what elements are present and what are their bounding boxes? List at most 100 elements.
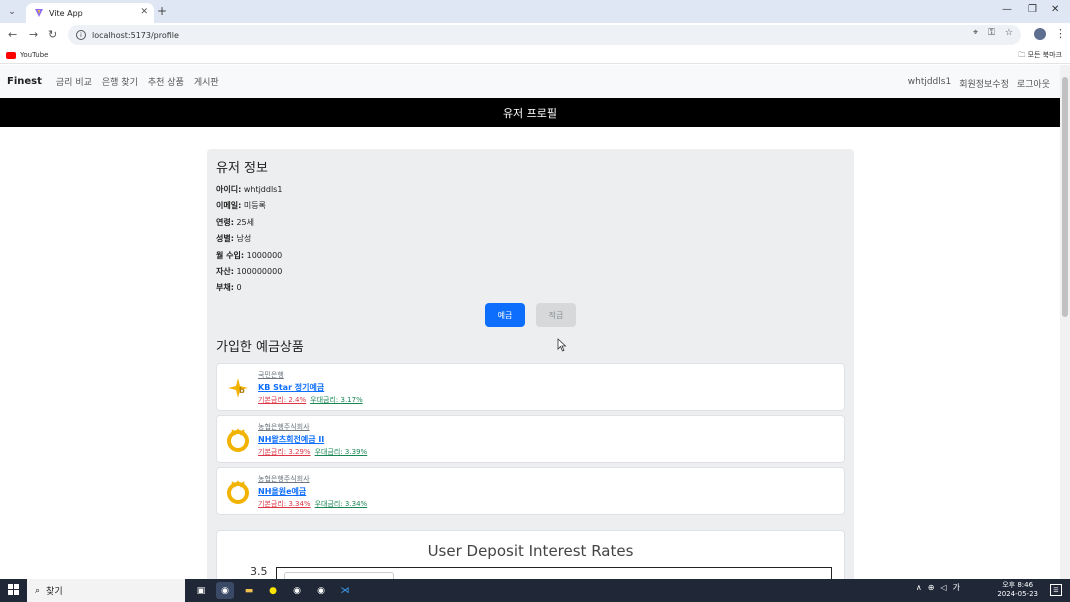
all-bookmarks[interactable]: 🗀 모든 북마크 bbox=[1018, 50, 1062, 62]
url-text: localhost:5173/profile bbox=[92, 30, 179, 40]
page-title: 유저 프로필 bbox=[0, 98, 1060, 127]
nav-link-rate-compare[interactable]: 금리 비교 bbox=[56, 75, 92, 88]
kakaotalk-icon[interactable]: ● bbox=[264, 582, 282, 599]
info-label: 월 수입: bbox=[216, 250, 245, 260]
info-value: 0 bbox=[236, 283, 242, 293]
kb-star-logo-icon: b bbox=[228, 378, 248, 398]
chart-title: User Deposit Interest Rates bbox=[427, 542, 634, 560]
info-label: 이메일: bbox=[216, 201, 242, 211]
tab-title: Vite App bbox=[49, 8, 83, 18]
search-icon: ⌕ bbox=[35, 585, 41, 596]
product-bank[interactable]: 농협은행주식회사 bbox=[258, 474, 310, 484]
scrollbar-thumb[interactable] bbox=[1062, 77, 1068, 317]
volume-icon[interactable]: ◁ bbox=[940, 583, 946, 592]
profile-avatar-icon[interactable] bbox=[1034, 28, 1046, 40]
product-name-link[interactable]: KB Star 정기예금 bbox=[258, 382, 324, 393]
product-bank[interactable]: 국민은행 bbox=[258, 370, 284, 380]
location-icon[interactable]: ⌖ bbox=[973, 28, 978, 38]
bookmark-star-icon[interactable]: ☆ bbox=[1005, 28, 1013, 38]
chart-y-tick: 3.5 bbox=[250, 565, 268, 578]
info-label: 자산: bbox=[216, 267, 234, 277]
nh-logo-icon bbox=[227, 428, 249, 452]
nav-link-board[interactable]: 게시판 bbox=[194, 75, 219, 88]
info-value: 25세 bbox=[236, 217, 255, 227]
site-info-icon[interactable]: i bbox=[76, 30, 86, 40]
info-row-income: 월 수입: 1000000 bbox=[216, 248, 282, 264]
task-view-icon[interactable]: ▣ bbox=[192, 582, 210, 599]
vscode-icon[interactable]: ⋊ bbox=[336, 582, 354, 599]
product-item[interactable]: b 국민은행 KB Star 정기예금 기본금리: 2.4% 우대금리: 3.17… bbox=[216, 363, 845, 411]
info-label: 아이디: bbox=[216, 185, 242, 194]
key-icon[interactable]: ⚿ bbox=[988, 28, 995, 38]
info-row-id: 아이디: whtjddls1 bbox=[216, 182, 282, 198]
product-bank[interactable]: 농협은행주식회사 bbox=[258, 422, 310, 432]
info-value: 100000000 bbox=[236, 267, 283, 277]
nav-edit-profile[interactable]: 회원정보수정 bbox=[959, 77, 1009, 90]
user-info-heading: 유저 정보 bbox=[216, 161, 268, 176]
page-scrollbar[interactable] bbox=[1060, 65, 1070, 579]
product-name-link[interactable]: NH왈츠회전예금 II bbox=[258, 434, 324, 445]
info-label: 연령: bbox=[216, 217, 234, 227]
file-explorer-icon[interactable]: ▬ bbox=[240, 582, 258, 599]
browser-tab-bar: ⌄ Vite App ✕ + — ❐ ✕ bbox=[0, 0, 1070, 23]
info-label: 성별: bbox=[216, 234, 234, 244]
mouse-cursor-icon bbox=[557, 338, 567, 352]
clock-time: 오후 8:46 bbox=[1002, 581, 1034, 589]
product-item[interactable]: 농협은행주식회사 NH왈츠회전예금 II 기본금리: 3.29% 우대금리: 3.… bbox=[216, 415, 845, 463]
info-row-gender: 성별: 남성 bbox=[216, 231, 282, 247]
language-icon[interactable]: 가 bbox=[953, 582, 960, 593]
back-icon[interactable]: ← bbox=[8, 28, 17, 41]
product-rates: 기본금리: 2.4% 우대금리: 3.17% bbox=[258, 395, 363, 405]
nav-link-find-bank[interactable]: 은행 찾기 bbox=[102, 75, 138, 88]
deposit-button[interactable]: 예금 bbox=[485, 303, 525, 327]
product-name-link[interactable]: NH올원e예금 bbox=[258, 486, 306, 497]
taskbar-apps: ▣ ◉ ▬ ● ◉ ◉ ⋊ bbox=[192, 582, 354, 599]
tab-close-icon[interactable]: ✕ bbox=[140, 7, 148, 17]
reload-icon[interactable]: ↻ bbox=[48, 28, 57, 41]
tray-chevron-icon[interactable]: ∧ bbox=[916, 583, 922, 592]
windows-start-icon[interactable] bbox=[8, 584, 20, 596]
base-rate: 기본금리: 2.4% bbox=[258, 396, 307, 404]
savings-button[interactable]: 적금 bbox=[536, 303, 576, 327]
clock-date: 2024-05-23 bbox=[997, 590, 1038, 598]
browser-menu-icon[interactable]: ⋮ bbox=[1055, 27, 1066, 40]
windows-taskbar: ⌕ 찾기 ▣ ◉ ▬ ● ◉ ◉ ⋊ ∧ ⊕ ◁ 가 오후 8:46 2024-… bbox=[0, 579, 1070, 602]
system-tray: ∧ ⊕ ◁ 가 bbox=[916, 582, 960, 593]
network-icon[interactable]: ⊕ bbox=[928, 583, 935, 592]
nav-user-links: whtjddls1 회원정보수정 로그아웃 bbox=[908, 77, 1050, 90]
url-input[interactable]: i localhost:5173/profile ⌖ ⚿ ☆ bbox=[68, 25, 1021, 45]
nav-link-recommend[interactable]: 추천 상품 bbox=[148, 75, 184, 88]
browser-tab[interactable]: Vite App ✕ bbox=[26, 3, 154, 23]
taskbar-search-input[interactable]: ⌕ 찾기 bbox=[27, 579, 185, 602]
bookmark-youtube-label: YouTube bbox=[20, 51, 49, 59]
chrome-icon[interactable]: ◉ bbox=[216, 582, 234, 599]
preferential-rate: 우대금리: 3.39% bbox=[314, 448, 368, 456]
forward-icon[interactable]: → bbox=[29, 28, 38, 41]
folder-icon: 🗀 bbox=[1018, 51, 1026, 59]
info-value: 1000000 bbox=[246, 250, 283, 260]
nav-username[interactable]: whtjddls1 bbox=[908, 77, 951, 90]
info-label: 부채: bbox=[216, 283, 234, 293]
notification-icon[interactable]: ☰ bbox=[1050, 584, 1062, 596]
close-window-icon[interactable]: ✕ bbox=[1051, 4, 1059, 15]
bookmarks-bar: YouTube 🗀 모든 북마크 bbox=[0, 47, 1070, 64]
product-rates: 기본금리: 3.29% 우대금리: 3.39% bbox=[258, 447, 367, 457]
restore-icon[interactable]: ❐ bbox=[1028, 4, 1037, 15]
chrome-profile-icon[interactable]: ◉ bbox=[288, 582, 306, 599]
chrome-app-icon[interactable]: ◉ bbox=[312, 582, 330, 599]
product-rates: 기본금리: 3.34% 우대금리: 3.34% bbox=[258, 499, 367, 509]
taskbar-clock[interactable]: 오후 8:46 2024-05-23 bbox=[997, 581, 1038, 599]
info-row-assets: 자산: 100000000 bbox=[216, 264, 282, 280]
brand-logo[interactable]: Finest bbox=[7, 76, 42, 87]
info-value: whtjddls1 bbox=[243, 185, 283, 194]
user-info-list: 아이디: whtjddls1 이메일: 미등록 연령: 25세 성별: 남성 월… bbox=[216, 182, 282, 297]
product-item[interactable]: 농협은행주식회사 NH올원e예금 기본금리: 3.34% 우대금리: 3.34% bbox=[216, 467, 845, 515]
products-heading: 가입한 예금상품 bbox=[216, 340, 304, 355]
info-value: 미등록 bbox=[243, 201, 266, 211]
new-tab-icon[interactable]: + bbox=[157, 4, 167, 18]
info-value: 남성 bbox=[236, 234, 252, 244]
bookmark-youtube[interactable]: YouTube bbox=[6, 51, 48, 59]
minimize-icon[interactable]: — bbox=[1002, 4, 1012, 15]
nav-logout[interactable]: 로그아웃 bbox=[1017, 77, 1050, 90]
tab-list-chevron-icon[interactable]: ⌄ bbox=[4, 4, 20, 20]
